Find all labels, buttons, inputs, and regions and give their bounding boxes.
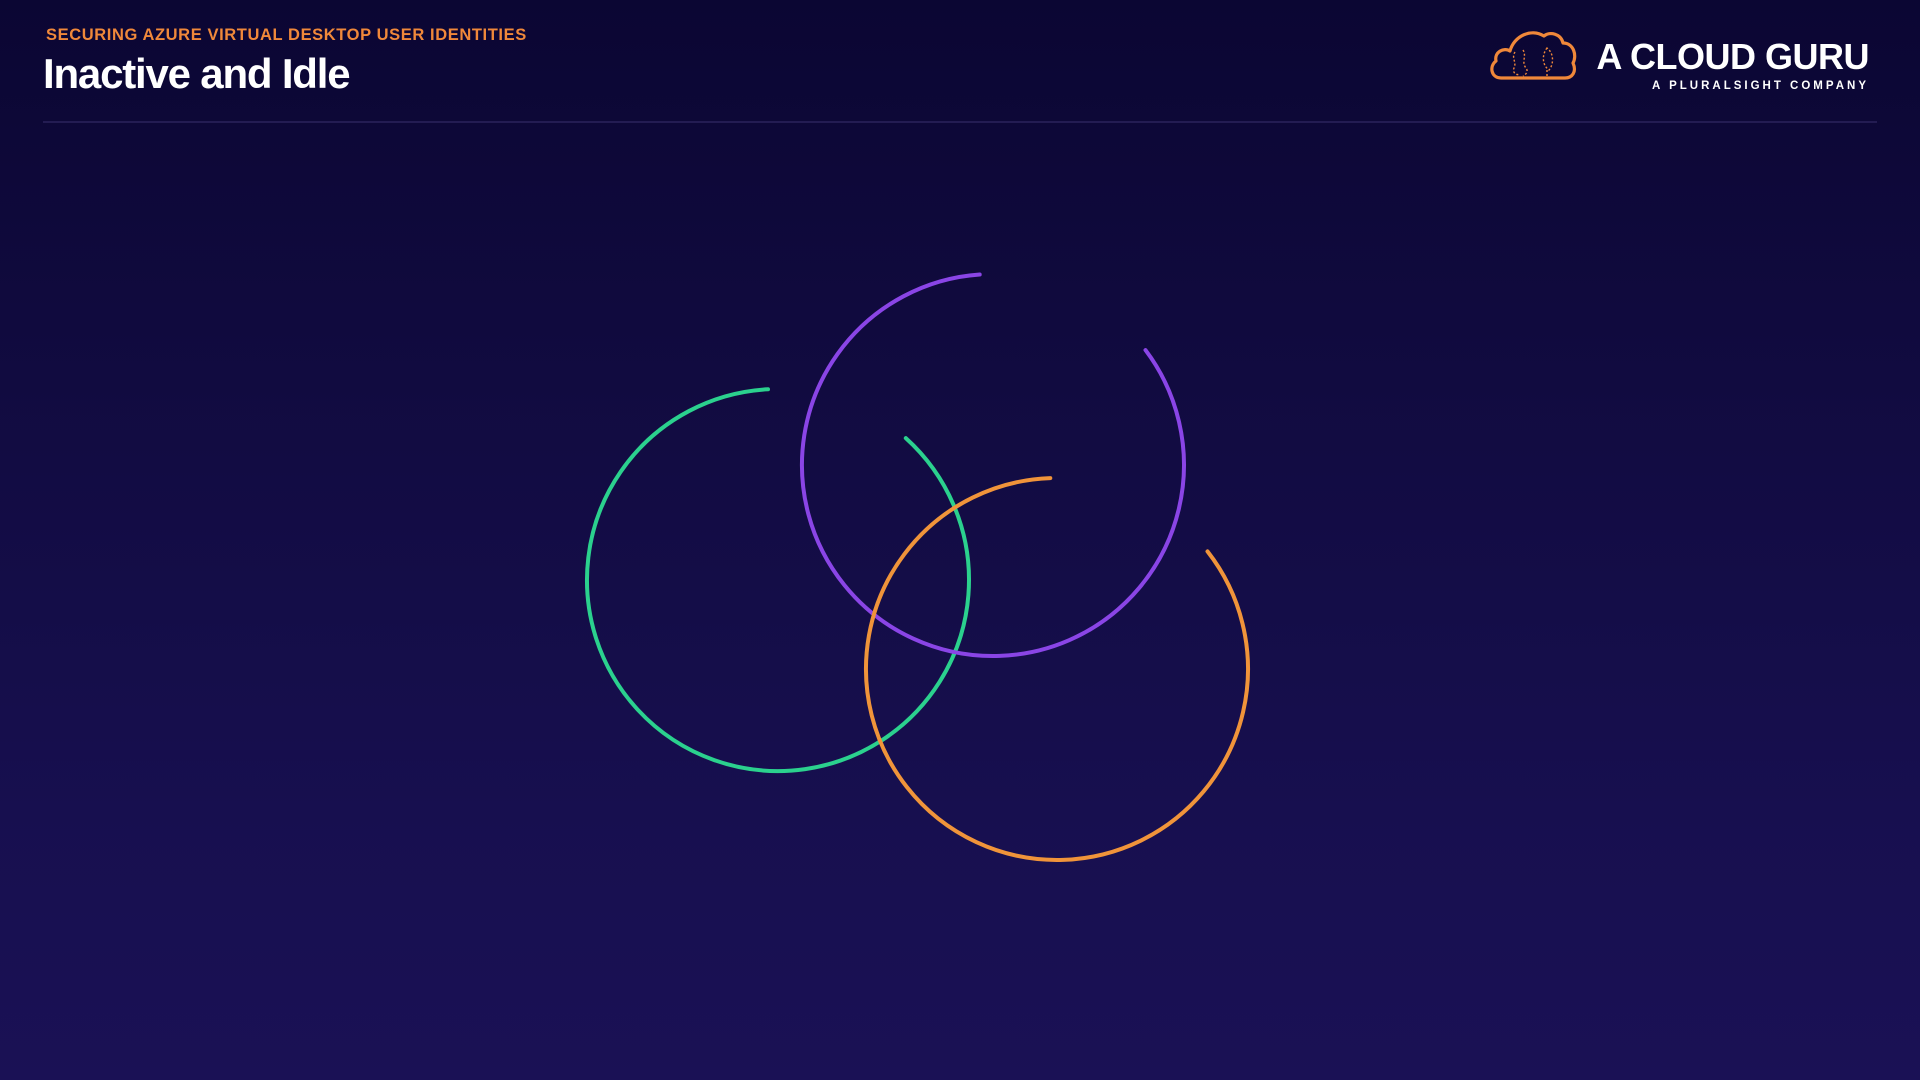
purple-ring-arc [799,272,1186,659]
orange-ring-arc [864,476,1250,862]
ring-graphic [585,272,1250,862]
green-ring-arc [585,387,971,774]
